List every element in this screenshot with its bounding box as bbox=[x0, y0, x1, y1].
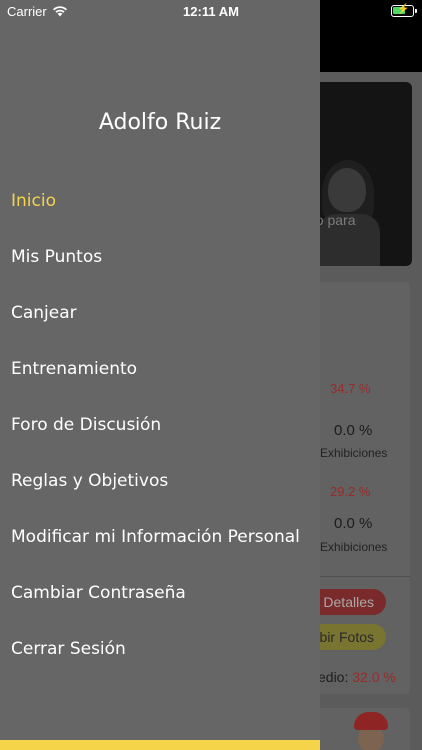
average-row: edio: 32.0 % bbox=[318, 669, 396, 685]
menu-item-reglas-objetivos[interactable]: Reglas y Objetivos bbox=[11, 471, 168, 491]
stat-label: Exhibiciones bbox=[320, 446, 388, 460]
menu-item-cambiar-contrasena[interactable]: Cambiar Contraseña bbox=[11, 583, 186, 603]
stat-percent: 29.2 % bbox=[330, 484, 371, 499]
menu-item-entrenamiento[interactable]: Entrenamiento bbox=[11, 359, 137, 379]
battery-charging-icon: ⚡ bbox=[391, 4, 417, 17]
navigation-drawer: Adolfo Ruiz Inicio Mis Puntos Canjear En… bbox=[0, 0, 320, 750]
stat-percent: 34.7 % bbox=[330, 381, 371, 396]
menu-item-canjear[interactable]: Canjear bbox=[11, 303, 77, 323]
menu-item-mis-puntos[interactable]: Mis Puntos bbox=[11, 247, 102, 267]
stat-value: 0.0 % bbox=[334, 515, 373, 532]
drawer-user-name: Adolfo Ruiz bbox=[98, 110, 222, 135]
menu-item-cerrar-sesion[interactable]: Cerrar Sesión bbox=[11, 639, 126, 659]
average-value: 32.0 % bbox=[352, 669, 396, 685]
menu-item-modificar-informacion[interactable]: Modificar mi Información Personal bbox=[11, 527, 300, 547]
average-label: edio: bbox=[318, 669, 349, 685]
status-bar: Carrier 12:11 AM ⚡ bbox=[0, 0, 422, 24]
status-time: 12:11 AM bbox=[183, 4, 239, 19]
menu-item-inicio[interactable]: Inicio bbox=[11, 191, 56, 211]
stat-value: 0.0 % bbox=[334, 422, 373, 439]
menu-item-foro-discusion[interactable]: Foro de Discusión bbox=[11, 415, 161, 435]
drawer-bottom-bar bbox=[0, 740, 320, 750]
mascot-avatar bbox=[352, 712, 388, 750]
stat-label: Exhibiciones bbox=[320, 540, 388, 554]
